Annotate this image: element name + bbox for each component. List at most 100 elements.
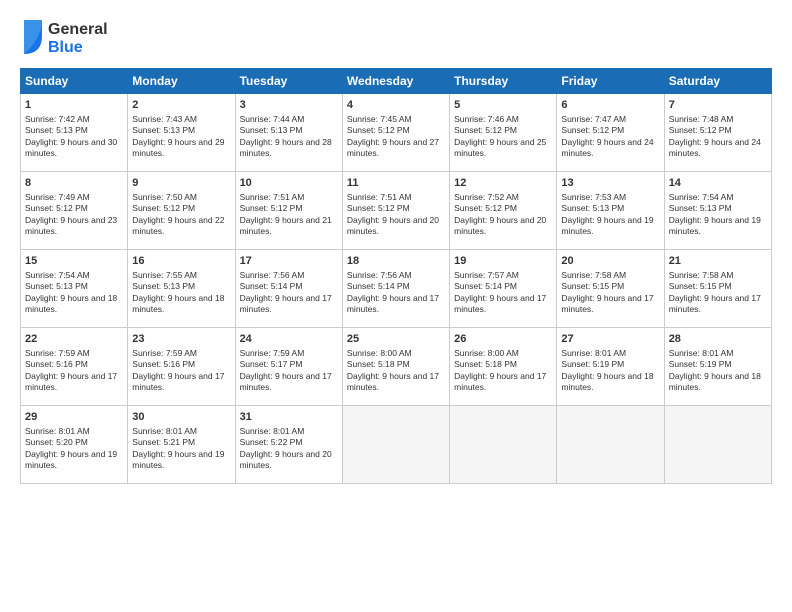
sunrise-info: Sunrise: 8:01 AM bbox=[561, 348, 626, 358]
sunrise-info: Sunrise: 7:56 AM bbox=[347, 270, 412, 280]
svg-text:Blue: Blue bbox=[48, 39, 83, 56]
sunset-info: Sunset: 5:13 PM bbox=[132, 125, 195, 135]
page: General Blue SundayMondayTuesdayWednesda… bbox=[0, 0, 792, 612]
daylight-info: Daylight: 9 hours and 18 minutes. bbox=[132, 293, 224, 314]
col-header-saturday: Saturday bbox=[664, 69, 771, 94]
col-header-friday: Friday bbox=[557, 69, 664, 94]
day-number: 4 bbox=[347, 98, 445, 113]
day-number: 12 bbox=[454, 176, 552, 191]
daylight-info: Daylight: 9 hours and 27 minutes. bbox=[347, 137, 439, 158]
day-cell-2: 2Sunrise: 7:43 AMSunset: 5:13 PM Daylight… bbox=[128, 94, 235, 172]
day-cell-23: 23Sunrise: 7:59 AMSunset: 5:16 PMDayligh… bbox=[128, 328, 235, 406]
day-number: 1 bbox=[25, 98, 123, 113]
day-cell-16: 16Sunrise: 7:55 AMSunset: 5:13 PMDayligh… bbox=[128, 250, 235, 328]
general-blue-logo: General Blue bbox=[20, 16, 140, 58]
daylight-info: Daylight: 9 hours and 17 minutes. bbox=[25, 371, 117, 392]
sunrise-info: Sunrise: 7:59 AM bbox=[25, 348, 90, 358]
sunrise-info: Sunrise: 7:51 AM bbox=[347, 192, 412, 202]
day-cell-8: 8Sunrise: 7:49 AMSunset: 5:12 PMDaylight… bbox=[21, 172, 128, 250]
svg-text:General: General bbox=[48, 21, 108, 38]
day-number: 31 bbox=[240, 410, 338, 425]
day-cell-12: 12Sunrise: 7:52 AMSunset: 5:12 PMDayligh… bbox=[450, 172, 557, 250]
logo: General Blue bbox=[20, 16, 140, 58]
sunrise-info: Sunrise: 7:56 AM bbox=[240, 270, 305, 280]
sunrise-info: Sunrise: 7:44 AM bbox=[240, 114, 305, 124]
daylight-info: Daylight: 9 hours and 19 minutes. bbox=[561, 215, 653, 236]
day-number: 15 bbox=[25, 254, 123, 269]
sunrise-info: Sunrise: 7:50 AM bbox=[132, 192, 197, 202]
daylight-info: Daylight: 9 hours and 29 minutes. bbox=[132, 137, 224, 158]
sunrise-info: Sunrise: 7:47 AM bbox=[561, 114, 626, 124]
daylight-info: Daylight: 9 hours and 30 minutes. bbox=[25, 137, 117, 158]
empty-cell bbox=[664, 406, 771, 484]
day-cell-19: 19Sunrise: 7:57 AMSunset: 5:14 PMDayligh… bbox=[450, 250, 557, 328]
daylight-info: Daylight: 9 hours and 17 minutes. bbox=[347, 371, 439, 392]
daylight-info: Daylight: 9 hours and 19 minutes. bbox=[25, 449, 117, 470]
sunset-info: Sunset: 5:18 PM bbox=[454, 359, 517, 369]
sunset-info: Sunset: 5:22 PM bbox=[240, 437, 303, 447]
sunset-info: Sunset: 5:12 PM bbox=[454, 125, 517, 135]
day-number: 6 bbox=[561, 98, 659, 113]
sunrise-info: Sunrise: 7:53 AM bbox=[561, 192, 626, 202]
day-number: 26 bbox=[454, 332, 552, 347]
col-header-monday: Monday bbox=[128, 69, 235, 94]
sunrise-info: Sunrise: 7:52 AM bbox=[454, 192, 519, 202]
calendar-table: SundayMondayTuesdayWednesdayThursdayFrid… bbox=[20, 68, 772, 484]
daylight-info: Daylight: 9 hours and 19 minutes. bbox=[132, 449, 224, 470]
day-cell-21: 21Sunrise: 7:58 AMSunset: 5:15 PMDayligh… bbox=[664, 250, 771, 328]
day-number: 20 bbox=[561, 254, 659, 269]
daylight-info: Daylight: 9 hours and 20 minutes. bbox=[454, 215, 546, 236]
daylight-info: Daylight: 9 hours and 17 minutes. bbox=[454, 293, 546, 314]
daylight-info: Daylight: 9 hours and 17 minutes. bbox=[240, 293, 332, 314]
sunrise-info: Sunrise: 7:54 AM bbox=[25, 270, 90, 280]
daylight-info: Daylight: 9 hours and 17 minutes. bbox=[240, 371, 332, 392]
sunset-info: Sunset: 5:12 PM bbox=[561, 125, 624, 135]
day-cell-4: 4Sunrise: 7:45 AMSunset: 5:12 PMDaylight… bbox=[342, 94, 449, 172]
day-cell-18: 18Sunrise: 7:56 AMSunset: 5:14 PMDayligh… bbox=[342, 250, 449, 328]
day-cell-28: 28Sunrise: 8:01 AMSunset: 5:19 PMDayligh… bbox=[664, 328, 771, 406]
sunrise-info: Sunrise: 8:01 AM bbox=[240, 426, 305, 436]
sunrise-info: Sunrise: 7:58 AM bbox=[561, 270, 626, 280]
week-row-3: 15Sunrise: 7:54 AMSunset: 5:13 PMDayligh… bbox=[21, 250, 772, 328]
day-number: 24 bbox=[240, 332, 338, 347]
sunset-info: Sunset: 5:13 PM bbox=[669, 203, 732, 213]
empty-cell bbox=[450, 406, 557, 484]
sunrise-info: Sunrise: 7:46 AM bbox=[454, 114, 519, 124]
day-cell-10: 10Sunrise: 7:51 AMSunset: 5:12 PMDayligh… bbox=[235, 172, 342, 250]
day-number: 13 bbox=[561, 176, 659, 191]
sunrise-info: Sunrise: 8:01 AM bbox=[25, 426, 90, 436]
daylight-info: Daylight: 9 hours and 17 minutes. bbox=[669, 293, 761, 314]
sunset-info: Sunset: 5:19 PM bbox=[561, 359, 624, 369]
day-number: 25 bbox=[347, 332, 445, 347]
day-number: 11 bbox=[347, 176, 445, 191]
week-row-2: 8Sunrise: 7:49 AMSunset: 5:12 PMDaylight… bbox=[21, 172, 772, 250]
day-number: 28 bbox=[669, 332, 767, 347]
day-number: 10 bbox=[240, 176, 338, 191]
day-cell-17: 17Sunrise: 7:56 AMSunset: 5:14 PMDayligh… bbox=[235, 250, 342, 328]
sunset-info: Sunset: 5:21 PM bbox=[132, 437, 195, 447]
day-cell-3: 3Sunrise: 7:44 AMSunset: 5:13 PMDaylight… bbox=[235, 94, 342, 172]
sunrise-info: Sunrise: 7:49 AM bbox=[25, 192, 90, 202]
sunset-info: Sunset: 5:15 PM bbox=[669, 281, 732, 291]
sunrise-info: Sunrise: 7:51 AM bbox=[240, 192, 305, 202]
week-row-1: 1Sunrise: 7:42 AMSunset: 5:13 PMDaylight… bbox=[21, 94, 772, 172]
sunrise-info: Sunrise: 8:01 AM bbox=[669, 348, 734, 358]
sunset-info: Sunset: 5:12 PM bbox=[132, 203, 195, 213]
day-cell-29: 29Sunrise: 8:01 AMSunset: 5:20 PMDayligh… bbox=[21, 406, 128, 484]
sunset-info: Sunset: 5:15 PM bbox=[561, 281, 624, 291]
sunset-info: Sunset: 5:13 PM bbox=[561, 203, 624, 213]
day-cell-1: 1Sunrise: 7:42 AMSunset: 5:13 PMDaylight… bbox=[21, 94, 128, 172]
empty-cell bbox=[557, 406, 664, 484]
week-row-5: 29Sunrise: 8:01 AMSunset: 5:20 PMDayligh… bbox=[21, 406, 772, 484]
sunrise-info: Sunrise: 7:43 AM bbox=[132, 114, 197, 124]
sunrise-info: Sunrise: 7:45 AM bbox=[347, 114, 412, 124]
day-number: 14 bbox=[669, 176, 767, 191]
sunrise-info: Sunrise: 7:59 AM bbox=[240, 348, 305, 358]
sunrise-info: Sunrise: 7:55 AM bbox=[132, 270, 197, 280]
day-number: 2 bbox=[132, 98, 230, 113]
sunset-info: Sunset: 5:20 PM bbox=[25, 437, 88, 447]
sunset-info: Sunset: 5:12 PM bbox=[669, 125, 732, 135]
daylight-info: Daylight: 9 hours and 20 minutes. bbox=[240, 449, 332, 470]
daylight-info: Daylight: 9 hours and 19 minutes. bbox=[669, 215, 761, 236]
day-cell-6: 6Sunrise: 7:47 AMSunset: 5:12 PMDaylight… bbox=[557, 94, 664, 172]
